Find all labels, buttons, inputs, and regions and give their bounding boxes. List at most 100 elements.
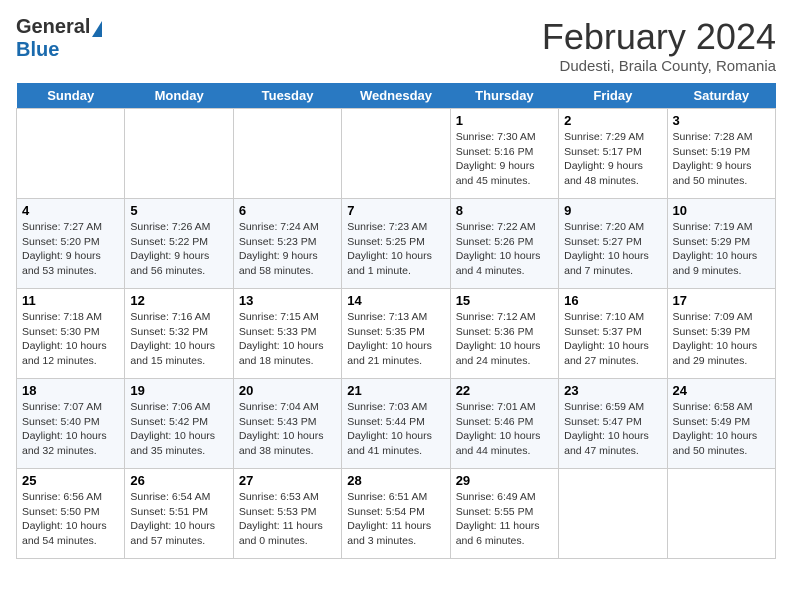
logo-blue-text: Blue bbox=[16, 39, 59, 62]
day-number: 14 bbox=[347, 293, 444, 308]
calendar-cell: 26 Sunrise: 6:54 AM Sunset: 5:51 PM Dayli… bbox=[125, 469, 233, 559]
calendar-cell bbox=[342, 109, 450, 199]
day-number: 27 bbox=[239, 473, 336, 488]
calendar-cell: 22 Sunrise: 7:01 AM Sunset: 5:46 PM Dayli… bbox=[450, 379, 558, 469]
header-row: SundayMondayTuesdayWednesdayThursdayFrid… bbox=[17, 83, 776, 109]
calendar-cell: 9 Sunrise: 7:20 AM Sunset: 5:27 PM Daylig… bbox=[559, 199, 667, 289]
day-info: Sunrise: 7:04 AM Sunset: 5:43 PM Dayligh… bbox=[239, 400, 336, 459]
day-info: Sunrise: 6:54 AM Sunset: 5:51 PM Dayligh… bbox=[130, 490, 227, 549]
calendar-cell: 23 Sunrise: 6:59 AM Sunset: 5:47 PM Dayli… bbox=[559, 379, 667, 469]
day-number: 23 bbox=[564, 383, 661, 398]
calendar-cell: 14Sunrise: 7:13 AM Sunset: 5:35 PM Dayli… bbox=[342, 289, 450, 379]
calendar-cell: 24 Sunrise: 6:58 AM Sunset: 5:49 PM Dayli… bbox=[667, 379, 775, 469]
day-number: 7 bbox=[347, 203, 444, 218]
day-header-tuesday: Tuesday bbox=[233, 83, 341, 109]
calendar-cell: 29 Sunrise: 6:49 AM Sunset: 5:55 PM Dayli… bbox=[450, 469, 558, 559]
week-row-4: 18 Sunrise: 7:07 AM Sunset: 5:40 PM Dayli… bbox=[17, 379, 776, 469]
day-info: Sunrise: 6:51 AM Sunset: 5:54 PM Dayligh… bbox=[347, 490, 444, 549]
day-number: 4 bbox=[22, 203, 119, 218]
day-info: Sunrise: 7:23 AM Sunset: 5:25 PM Dayligh… bbox=[347, 220, 444, 279]
day-number: 18 bbox=[22, 383, 119, 398]
calendar-cell: 12 Sunrise: 7:16 AM Sunset: 5:32 PM Dayli… bbox=[125, 289, 233, 379]
calendar-cell: 19 Sunrise: 7:06 AM Sunset: 5:42 PM Dayli… bbox=[125, 379, 233, 469]
week-row-2: 4Sunrise: 7:27 AM Sunset: 5:20 PM Daylig… bbox=[17, 199, 776, 289]
day-info: Sunrise: 7:07 AM Sunset: 5:40 PM Dayligh… bbox=[22, 400, 119, 459]
page-header: General Blue February 2024 Dudesti, Brai… bbox=[16, 16, 776, 75]
day-number: 24 bbox=[673, 383, 770, 398]
day-info: Sunrise: 7:09 AM Sunset: 5:39 PM Dayligh… bbox=[673, 310, 770, 369]
calendar-cell: 21 Sunrise: 7:03 AM Sunset: 5:44 PM Dayli… bbox=[342, 379, 450, 469]
day-number: 5 bbox=[130, 203, 227, 218]
calendar-cell: 4Sunrise: 7:27 AM Sunset: 5:20 PM Daylig… bbox=[17, 199, 125, 289]
day-info: Sunrise: 7:01 AM Sunset: 5:46 PM Dayligh… bbox=[456, 400, 553, 459]
calendar-cell bbox=[125, 109, 233, 199]
calendar-cell: 17Sunrise: 7:09 AM Sunset: 5:39 PM Dayli… bbox=[667, 289, 775, 379]
day-info: Sunrise: 7:19 AM Sunset: 5:29 PM Dayligh… bbox=[673, 220, 770, 279]
day-number: 22 bbox=[456, 383, 553, 398]
logo: General Blue bbox=[16, 16, 102, 62]
calendar-cell: 1 Sunrise: 7:30 AM Sunset: 5:16 PM Daylig… bbox=[450, 109, 558, 199]
day-number: 15 bbox=[456, 293, 553, 308]
day-info: Sunrise: 6:56 AM Sunset: 5:50 PM Dayligh… bbox=[22, 490, 119, 549]
day-info: Sunrise: 7:06 AM Sunset: 5:42 PM Dayligh… bbox=[130, 400, 227, 459]
day-header-sunday: Sunday bbox=[17, 83, 125, 109]
day-number: 25 bbox=[22, 473, 119, 488]
calendar-cell: 16Sunrise: 7:10 AM Sunset: 5:37 PM Dayli… bbox=[559, 289, 667, 379]
calendar-cell: 5 Sunrise: 7:26 AM Sunset: 5:22 PM Daylig… bbox=[125, 199, 233, 289]
week-row-1: 1 Sunrise: 7:30 AM Sunset: 5:16 PM Daylig… bbox=[17, 109, 776, 199]
day-info: Sunrise: 6:53 AM Sunset: 5:53 PM Dayligh… bbox=[239, 490, 336, 549]
calendar-cell bbox=[17, 109, 125, 199]
day-header-thursday: Thursday bbox=[450, 83, 558, 109]
day-info: Sunrise: 6:58 AM Sunset: 5:49 PM Dayligh… bbox=[673, 400, 770, 459]
calendar-cell: 2 Sunrise: 7:29 AM Sunset: 5:17 PM Daylig… bbox=[559, 109, 667, 199]
day-number: 11 bbox=[22, 293, 119, 308]
day-number: 1 bbox=[456, 113, 553, 128]
title-section: February 2024 Dudesti, Braila County, Ro… bbox=[542, 16, 776, 75]
location-title: Dudesti, Braila County, Romania bbox=[542, 58, 776, 75]
calendar-cell: 3 Sunrise: 7:28 AM Sunset: 5:19 PM Daylig… bbox=[667, 109, 775, 199]
day-number: 19 bbox=[130, 383, 227, 398]
calendar-cell: 15Sunrise: 7:12 AM Sunset: 5:36 PM Dayli… bbox=[450, 289, 558, 379]
day-number: 12 bbox=[130, 293, 227, 308]
calendar-cell: 20 Sunrise: 7:04 AM Sunset: 5:43 PM Dayli… bbox=[233, 379, 341, 469]
calendar-cell: 28Sunrise: 6:51 AM Sunset: 5:54 PM Dayli… bbox=[342, 469, 450, 559]
day-info: Sunrise: 7:30 AM Sunset: 5:16 PM Dayligh… bbox=[456, 130, 553, 189]
calendar-cell: 11 Sunrise: 7:18 AM Sunset: 5:30 PM Dayli… bbox=[17, 289, 125, 379]
day-info: Sunrise: 7:26 AM Sunset: 5:22 PM Dayligh… bbox=[130, 220, 227, 279]
day-number: 3 bbox=[673, 113, 770, 128]
day-info: Sunrise: 7:16 AM Sunset: 5:32 PM Dayligh… bbox=[130, 310, 227, 369]
calendar-cell: 7 Sunrise: 7:23 AM Sunset: 5:25 PM Daylig… bbox=[342, 199, 450, 289]
week-row-3: 11 Sunrise: 7:18 AM Sunset: 5:30 PM Dayli… bbox=[17, 289, 776, 379]
day-info: Sunrise: 7:18 AM Sunset: 5:30 PM Dayligh… bbox=[22, 310, 119, 369]
day-info: Sunrise: 6:49 AM Sunset: 5:55 PM Dayligh… bbox=[456, 490, 553, 549]
day-number: 2 bbox=[564, 113, 661, 128]
week-row-5: 25 Sunrise: 6:56 AM Sunset: 5:50 PM Dayli… bbox=[17, 469, 776, 559]
calendar-cell: 8Sunrise: 7:22 AM Sunset: 5:26 PM Daylig… bbox=[450, 199, 558, 289]
day-number: 21 bbox=[347, 383, 444, 398]
calendar-cell bbox=[667, 469, 775, 559]
day-header-friday: Friday bbox=[559, 83, 667, 109]
calendar-cell: 18 Sunrise: 7:07 AM Sunset: 5:40 PM Dayli… bbox=[17, 379, 125, 469]
day-number: 10 bbox=[673, 203, 770, 218]
day-number: 26 bbox=[130, 473, 227, 488]
calendar-table: SundayMondayTuesdayWednesdayThursdayFrid… bbox=[16, 83, 776, 559]
day-header-wednesday: Wednesday bbox=[342, 83, 450, 109]
day-number: 16 bbox=[564, 293, 661, 308]
day-number: 9 bbox=[564, 203, 661, 218]
day-info: Sunrise: 7:03 AM Sunset: 5:44 PM Dayligh… bbox=[347, 400, 444, 459]
day-number: 29 bbox=[456, 473, 553, 488]
day-header-monday: Monday bbox=[125, 83, 233, 109]
day-number: 20 bbox=[239, 383, 336, 398]
day-number: 13 bbox=[239, 293, 336, 308]
calendar-cell: 10 Sunrise: 7:19 AM Sunset: 5:29 PM Dayli… bbox=[667, 199, 775, 289]
day-info: Sunrise: 7:15 AM Sunset: 5:33 PM Dayligh… bbox=[239, 310, 336, 369]
logo-triangle-icon bbox=[92, 21, 102, 37]
day-info: Sunrise: 7:22 AM Sunset: 5:26 PM Dayligh… bbox=[456, 220, 553, 279]
day-info: Sunrise: 7:20 AM Sunset: 5:27 PM Dayligh… bbox=[564, 220, 661, 279]
day-info: Sunrise: 7:28 AM Sunset: 5:19 PM Dayligh… bbox=[673, 130, 770, 189]
day-info: Sunrise: 6:59 AM Sunset: 5:47 PM Dayligh… bbox=[564, 400, 661, 459]
day-header-saturday: Saturday bbox=[667, 83, 775, 109]
calendar-cell: 6Sunrise: 7:24 AM Sunset: 5:23 PM Daylig… bbox=[233, 199, 341, 289]
logo-general-text: General bbox=[16, 16, 90, 39]
day-info: Sunrise: 7:29 AM Sunset: 5:17 PM Dayligh… bbox=[564, 130, 661, 189]
